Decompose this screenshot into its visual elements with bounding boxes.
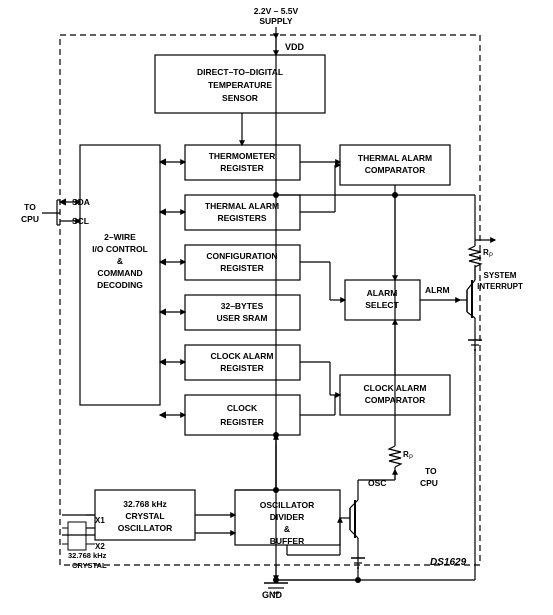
x2-label: X2 [95, 542, 105, 551]
clock-alarm-reg-text1: CLOCK ALARM [211, 351, 274, 361]
rp-bottom-sub: P [409, 455, 413, 461]
temp-sensor-text2: TEMPERATURE [208, 80, 272, 90]
to-cpu-left-text2: CPU [21, 214, 39, 224]
crystal-label1: 32.768 kHz [68, 551, 107, 560]
alarm-select-text1: ALARM [367, 288, 398, 298]
io-text1: 2–WIRE [104, 232, 136, 242]
osc-div-text3: & [284, 524, 290, 534]
vdd-label: VDD [285, 42, 305, 52]
osc-div-text2: DIVIDER [270, 512, 304, 522]
sys-int-text1: SYSTEM [484, 271, 517, 280]
to-cpu-left-text1: TO [24, 202, 36, 212]
part-number: DS1629 [430, 557, 467, 568]
osc-div-text1: OSCILLATOR [260, 500, 314, 510]
junction-dot-1 [273, 192, 279, 198]
crystal-osc-text1: 32.768 kHz [123, 499, 166, 509]
crystal-osc-text3: OSCILLATOR [118, 523, 172, 533]
thermal-alarm-reg-text1: THERMAL ALARM [205, 201, 279, 211]
to-cpu-right-text1: TO [425, 466, 437, 476]
crystal-label2: CRYSTAL [72, 561, 107, 570]
therm-reg-text2: REGISTER [220, 163, 263, 173]
therm-reg-text1: THERMOMETER [209, 151, 276, 161]
supply-label2: SUPPLY [259, 16, 293, 26]
junction-dot-clk [273, 432, 279, 438]
temp-sensor-text1: DIRECT–TO–DIGITAL [197, 67, 283, 77]
clock-reg-text1: CLOCK [227, 403, 258, 413]
sram-text1: 32–BYTES [221, 301, 264, 311]
sys-int-text2: INTERRUPT [477, 282, 523, 291]
io-text3: & [117, 256, 123, 266]
clock-alarm-reg-text2: REGISTER [220, 363, 263, 373]
junction-dot-2 [392, 192, 398, 198]
x1-label: X1 [95, 516, 105, 525]
config-reg-text2: REGISTER [220, 263, 263, 273]
to-cpu-right-text2: CPU [420, 478, 438, 488]
block-diagram: 2.2V – 5.5V SUPPLY VDD DIRECT–TO–DIGITAL… [0, 0, 553, 615]
thermal-comp-text2: COMPARATOR [365, 165, 425, 175]
junction-dot-gnd2 [355, 577, 361, 583]
gnd-label: GND [262, 590, 283, 600]
osc-div-text4: BUFFER [270, 536, 304, 546]
config-reg-text1: CONFIGURATION [206, 251, 277, 261]
clock-reg-text2: REGISTER [220, 417, 263, 427]
thermal-alarm-reg-text2: REGISTERS [217, 213, 266, 223]
io-text2: I/O CONTROL [92, 244, 148, 254]
io-text4: COMMAND [97, 268, 142, 278]
io-text5: DECODING [97, 280, 143, 290]
thermal-comp-text1: THERMAL ALARM [358, 153, 432, 163]
sram-text2: USER SRAM [216, 313, 267, 323]
supply-label: 2.2V – 5.5V [254, 6, 299, 16]
alrm-label: ALRM [425, 285, 450, 295]
rp-top-sub: P [489, 253, 493, 259]
crystal-osc-text2: CRYSTAL [125, 511, 164, 521]
temp-sensor-text3: SENSOR [222, 93, 258, 103]
